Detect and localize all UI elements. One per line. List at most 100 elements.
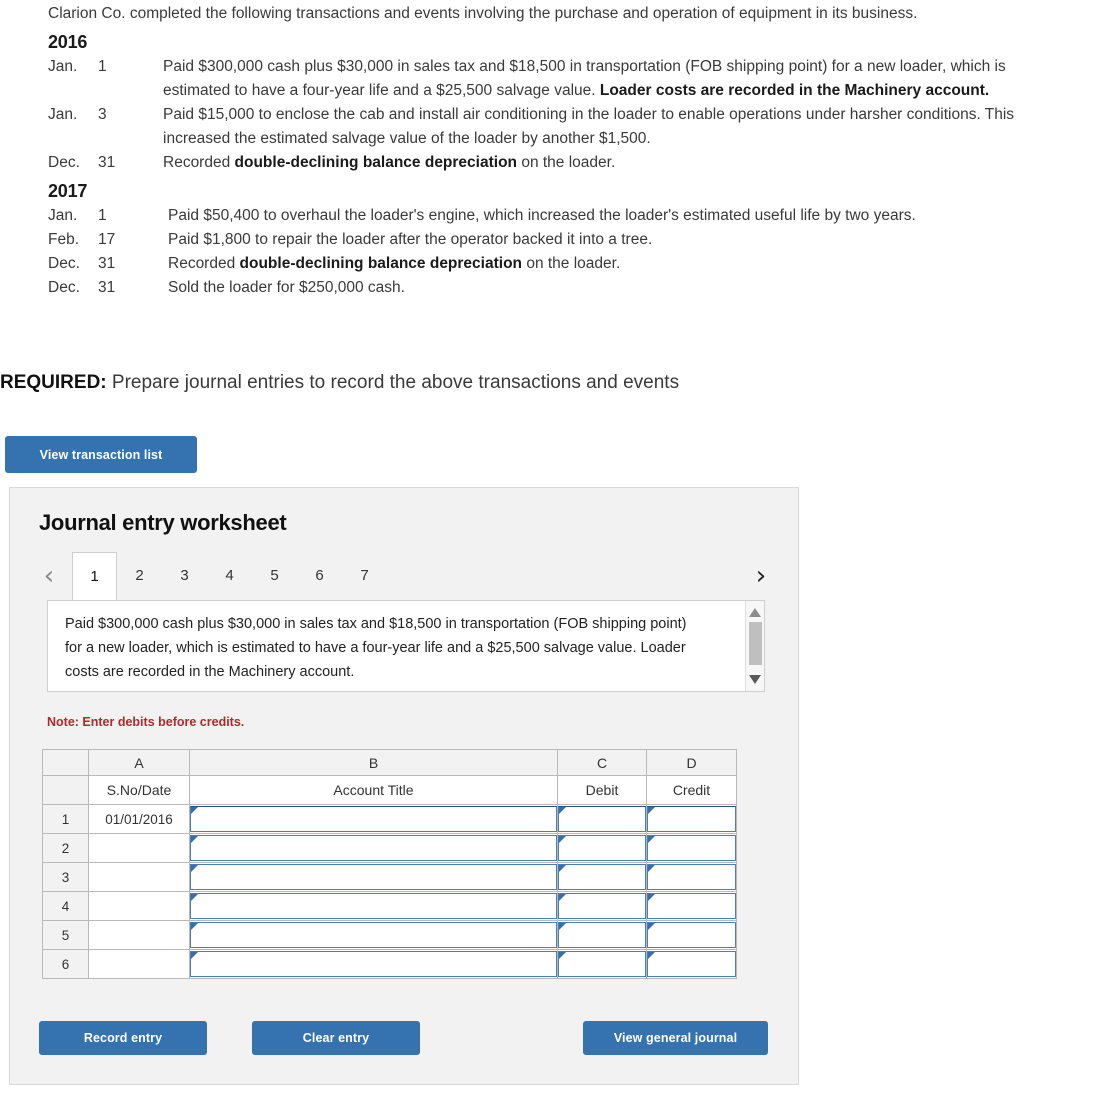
debits-before-credits-note: Note: Enter debits before credits.: [47, 715, 245, 729]
journal-entry-worksheet-panel: Journal entry worksheet ‹ 1234567 › Paid…: [9, 487, 799, 1085]
grid-cell-debit[interactable]: [557, 833, 647, 863]
scroll-down-icon[interactable]: [749, 675, 762, 684]
grid-input-account[interactable]: [190, 893, 557, 919]
grid-input-debit[interactable]: [558, 806, 646, 832]
record-entry-button[interactable]: Record entry: [39, 1021, 207, 1055]
grid-input-account[interactable]: [190, 806, 557, 832]
grid-cell-account[interactable]: [189, 949, 558, 979]
grid-input-credit[interactable]: [647, 893, 736, 919]
grid-column-label: Debit: [557, 775, 647, 805]
grid-input-credit[interactable]: [647, 922, 736, 948]
grid-row-number: 5: [42, 920, 89, 950]
grid-cell-date[interactable]: 01/01/2016: [88, 804, 190, 834]
grid-cell-credit[interactable]: [646, 804, 737, 834]
worksheet-tab-5[interactable]: 5: [252, 552, 297, 599]
grid-row: 4: [42, 891, 737, 921]
description-scrollbar[interactable]: [745, 601, 764, 691]
grid-cell-account[interactable]: [189, 920, 558, 950]
transaction-day: 31: [98, 255, 116, 272]
grid-input-debit[interactable]: [558, 893, 646, 919]
grid-cell-credit[interactable]: [646, 833, 737, 863]
grid-cell-account[interactable]: [189, 833, 558, 863]
grid-row-number: 1: [42, 804, 89, 834]
grid-cell-debit[interactable]: [557, 862, 647, 892]
scrollbar-thumb[interactable]: [749, 622, 762, 665]
grid-cell-date[interactable]: [88, 891, 190, 921]
transaction-day: 17: [98, 231, 116, 248]
worksheet-tab-2[interactable]: 2: [117, 552, 162, 599]
grid-input-credit[interactable]: [647, 806, 736, 832]
grid-input-credit[interactable]: [647, 951, 736, 977]
worksheet-tab-1[interactable]: 1: [72, 552, 117, 601]
grid-input-account[interactable]: [190, 951, 557, 977]
transaction-description: Paid $50,400 to overhaul the loader's en…: [163, 204, 1016, 228]
transaction-month: Jan.: [48, 58, 78, 75]
worksheet-tab-7[interactable]: 7: [342, 552, 387, 599]
grid-cell-date[interactable]: [88, 920, 190, 950]
chevron-right-icon[interactable]: ›: [748, 561, 774, 591]
required-label: REQUIRED:: [0, 372, 107, 393]
transaction-description-box: Paid $300,000 cash plus $30,000 in sales…: [47, 600, 765, 692]
transaction-day: 31: [98, 154, 116, 171]
desc-part: Paid $50,400 to overhaul the loader's en…: [168, 207, 916, 224]
transaction-description: Sold the loader for $250,000 cash.: [163, 276, 1016, 300]
transaction-row: Jan. 1 Paid $300,000 cash plus $30,000 in …: [48, 55, 1016, 103]
worksheet-tabstrip: ‹ 1234567 ›: [36, 552, 774, 601]
grid-input-credit[interactable]: [647, 835, 736, 861]
grid-cell-date[interactable]: [88, 862, 190, 892]
grid-cell-debit[interactable]: [557, 804, 647, 834]
grid-column-letter: D: [646, 749, 737, 776]
grid-input-debit[interactable]: [558, 864, 646, 890]
grid-cell-credit[interactable]: [646, 949, 737, 979]
grid-cell-credit[interactable]: [646, 891, 737, 921]
view-general-journal-button[interactable]: View general journal: [583, 1021, 768, 1055]
transaction-day: 1: [98, 207, 107, 224]
grid-input-account[interactable]: [190, 922, 557, 948]
worksheet-tab-list: 1234567: [72, 552, 387, 601]
grid-cell-account[interactable]: [189, 804, 558, 834]
transaction-description: Recorded double-declining balance deprec…: [163, 151, 1016, 175]
transaction-description: Paid $15,000 to enclose the cab and inst…: [163, 103, 1016, 151]
grid-input-account[interactable]: [190, 864, 557, 890]
transaction-row: Feb. 17 Paid $1,800 to repair the loader a…: [48, 228, 1016, 252]
grid-row-number: 6: [42, 949, 89, 979]
grid-column-label-row: S.No/Date Account Title Debit Credit: [42, 775, 737, 805]
required-text: Prepare journal entries to record the ab…: [106, 372, 680, 393]
grid-cell-account[interactable]: [189, 862, 558, 892]
grid-input-debit[interactable]: [558, 951, 646, 977]
year-heading: 2016: [48, 32, 88, 52]
grid-cell-account[interactable]: [189, 891, 558, 921]
chevron-left-icon[interactable]: ‹: [36, 561, 62, 591]
desc-part: Paid $1,800 to repair the loader after t…: [168, 231, 653, 248]
grid-row: 1 01/01/2016: [42, 804, 737, 834]
grid-cell-credit[interactable]: [646, 862, 737, 892]
worksheet-tab-3[interactable]: 3: [162, 552, 207, 599]
problem-statement: Clarion Co. completed the following tran…: [48, 0, 1016, 300]
transaction-day: 31: [98, 279, 116, 296]
grid-cell-debit[interactable]: [557, 920, 647, 950]
transaction-row: Jan. 1 Paid $50,400 to overhaul the loader…: [48, 204, 1016, 228]
worksheet-tab-6[interactable]: 6: [297, 552, 342, 599]
grid-input-debit[interactable]: [558, 835, 646, 861]
grid-cell-debit[interactable]: [557, 891, 647, 921]
grid-row: 6: [42, 949, 737, 979]
grid-cell-date[interactable]: [88, 949, 190, 979]
clear-entry-button[interactable]: Clear entry: [252, 1021, 420, 1055]
grid-row: 5: [42, 920, 737, 950]
transaction-day: 1: [98, 58, 107, 75]
transaction-row: Dec. 31 Sold the loader for $250,000 cash.: [48, 276, 1016, 300]
transaction-table: Jan. 1 Paid $50,400 to overhaul the loader…: [48, 204, 1016, 300]
transaction-row: Jan. 3 Paid $15,000 to enclose the cab and…: [48, 103, 1016, 151]
scroll-up-icon[interactable]: [749, 608, 762, 617]
grid-cell-date[interactable]: [88, 833, 190, 863]
grid-input-debit[interactable]: [558, 922, 646, 948]
view-transaction-list-button[interactable]: View transaction list: [5, 436, 197, 473]
grid-input-account[interactable]: [190, 835, 557, 861]
transaction-day: 3: [98, 106, 107, 123]
grid-cell-debit[interactable]: [557, 949, 647, 979]
worksheet-tab-4[interactable]: 4: [207, 552, 252, 599]
grid-cell-credit[interactable]: [646, 920, 737, 950]
desc-part: Recorded: [163, 154, 235, 171]
desc-part: Sold the loader for $250,000 cash.: [168, 279, 405, 296]
grid-input-credit[interactable]: [647, 864, 736, 890]
